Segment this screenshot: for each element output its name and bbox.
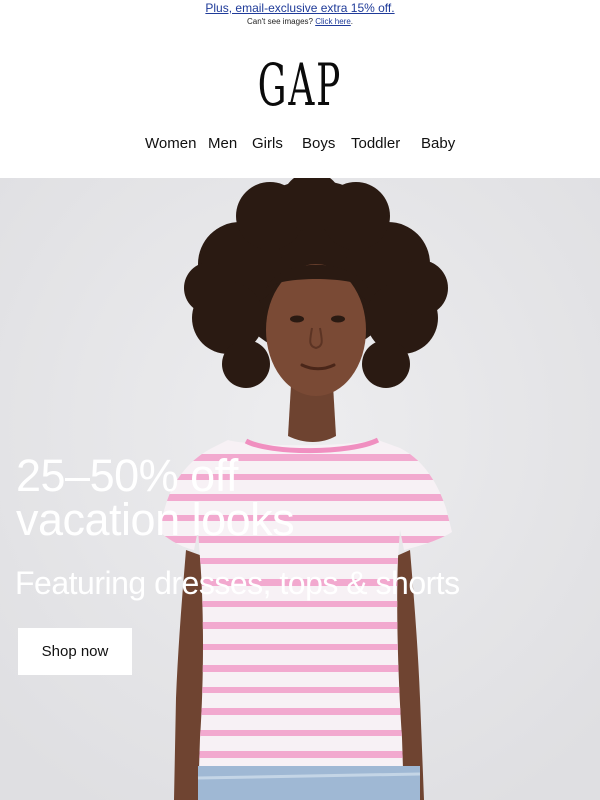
hero-headline: 25–50% off vacation looks: [16, 450, 295, 545]
nav-item-men[interactable]: Men: [208, 135, 237, 153]
nav-item-boys[interactable]: Boys: [302, 135, 335, 153]
nav-item-toddler[interactable]: Toddler: [351, 135, 400, 153]
gap-logo[interactable]: GAP: [114, 56, 486, 114]
hero-banner[interactable]: 25–50% off vacation looks Featuring dres…: [0, 178, 600, 800]
hero-headline-line-2: vacation looks: [16, 494, 295, 545]
hero-subheadline: Featuring dresses, tops & shorts: [15, 565, 460, 601]
image-fallback-period: .: [350, 17, 354, 26]
click-here-link[interactable]: Click here: [315, 17, 351, 26]
nav-item-women[interactable]: Women: [145, 135, 196, 153]
image-fallback-text: Can't see images?: [246, 17, 316, 26]
promo-offer-link[interactable]: Plus, email-exclusive extra 15% off.: [0, 1, 600, 15]
email-page: Plus, email-exclusive extra 15% off. Can…: [0, 0, 600, 800]
category-nav: Women Men Girls Boys Toddler Baby: [0, 135, 600, 155]
nav-item-baby[interactable]: Baby: [421, 135, 455, 153]
nav-item-girls[interactable]: Girls: [252, 135, 283, 153]
hero-headline-line-1: 25–50% off: [16, 450, 238, 501]
shop-now-button[interactable]: Shop now: [18, 628, 132, 675]
image-fallback-note: Can't see images? Click here.: [0, 17, 600, 27]
promo-header: Plus, email-exclusive extra 15% off. Can…: [0, 0, 600, 34]
